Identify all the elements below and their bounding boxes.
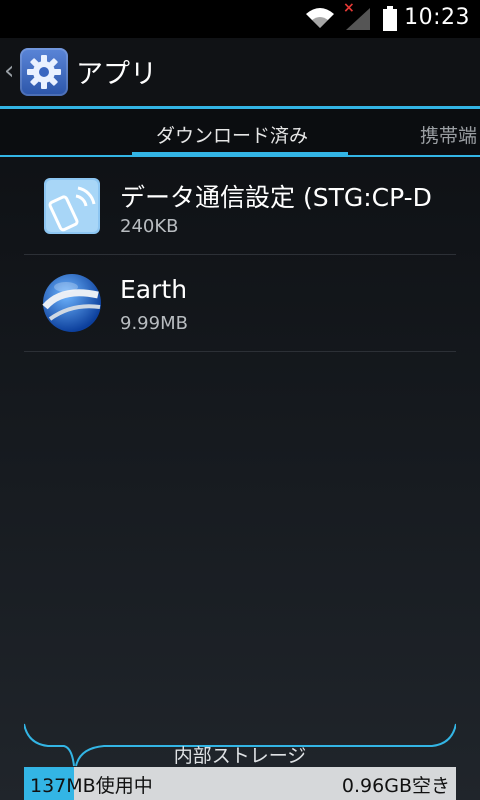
list-item[interactable]: データ通信設定 (STG:CP-D 240KB xyxy=(24,158,456,255)
gear-icon[interactable] xyxy=(20,48,68,96)
storage-free-text: 0.96GB空き xyxy=(341,775,450,797)
app-size: 9.99MB xyxy=(120,313,188,334)
list-item[interactable]: Earth 9.99MB xyxy=(24,255,456,352)
tab-downloaded[interactable]: ダウンロード済み xyxy=(156,121,308,148)
tab-phone[interactable]: 携帯端 xyxy=(420,121,477,148)
status-bar: × 10:23 xyxy=(0,0,480,38)
clock: 10:23 xyxy=(404,5,470,30)
app-list: データ通信設定 (STG:CP-D 240KB Earth 9.99MB xyxy=(24,158,456,352)
up-navigation-caret[interactable]: ‹ xyxy=(4,56,14,86)
page-title: アプリ xyxy=(76,59,157,90)
phone-signal-icon xyxy=(44,178,100,234)
battery-icon xyxy=(383,6,397,31)
storage-label: 内部ストレージ xyxy=(173,745,307,767)
tab-strip-divider xyxy=(0,155,480,157)
tab-strip: ダウンロード済み 携帯端 xyxy=(0,109,480,156)
action-bar: ‹ アプリ xyxy=(0,38,480,106)
earth-globe-icon xyxy=(42,274,101,332)
app-name: データ通信設定 (STG:CP-D xyxy=(120,183,432,212)
app-size: 240KB xyxy=(120,216,179,237)
app-name: Earth xyxy=(120,275,188,304)
storage-used-text: 137MB使用中 xyxy=(30,775,153,797)
storage-usage-bar: 137MB使用中 0.96GB空き xyxy=(24,767,456,800)
wifi-icon xyxy=(306,8,334,28)
no-signal-mark: × xyxy=(343,0,355,16)
